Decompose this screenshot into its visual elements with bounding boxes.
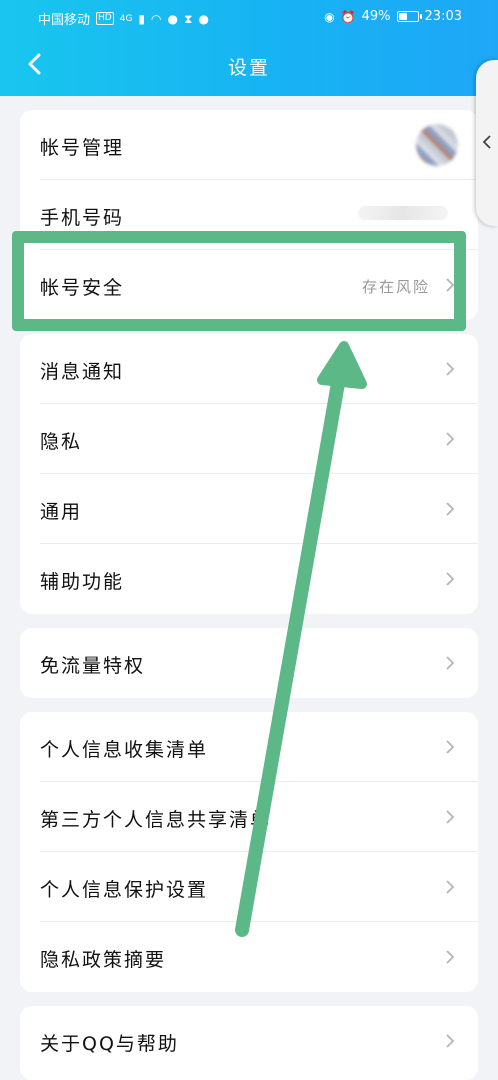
row-info-collection-list[interactable]: 个人信息收集清单 (20, 712, 478, 782)
chevron-right-icon (444, 430, 456, 448)
clock: 23:03 (424, 9, 462, 24)
chevron-right-icon (444, 654, 456, 672)
row-label: 隐私政策摘要 (40, 949, 167, 971)
chevron-right-icon (444, 1032, 456, 1050)
row-label: 消息通知 (40, 361, 125, 383)
row-privacy[interactable]: 隐私 (20, 404, 478, 474)
wechat-icon: ● (167, 11, 178, 26)
row-label: 帐号安全 (40, 277, 125, 299)
row-label: 隐私 (40, 431, 83, 453)
chevron-right-icon (444, 808, 456, 826)
about-group: 关于QQ与帮助 (20, 1006, 478, 1080)
chevron-left-icon (482, 135, 491, 149)
status-bar: 中国移动 HD 4G ▮ ◠ ● ⧗ ● ◉ ⏰ 49% 23:03 (0, 0, 498, 34)
row-third-party-sharing[interactable]: 第三方个人信息共享清单 (20, 782, 478, 852)
avatar (416, 124, 458, 166)
data-free-group: 免流量特权 (20, 628, 478, 698)
chevron-right-icon (444, 276, 456, 294)
status-right: ◉ ⏰ 49% 23:03 (324, 9, 462, 24)
row-label: 通用 (40, 501, 83, 523)
page-title: 设置 (227, 57, 270, 79)
chevron-right-icon (444, 360, 456, 378)
wechat-icon-2: ● (198, 11, 209, 26)
row-about-qq-help[interactable]: 关于QQ与帮助 (20, 1006, 478, 1076)
account-group: 帐号管理 手机号码 帐号安全 存在风险 (20, 110, 478, 320)
row-account-security[interactable]: 帐号安全 存在风险 (20, 250, 478, 320)
battery-fill (398, 13, 407, 20)
row-accessibility[interactable]: 辅助功能 (20, 544, 478, 614)
row-general[interactable]: 通用 (20, 474, 478, 544)
row-label: 帐号管理 (40, 137, 125, 159)
row-label: 免流量特权 (40, 655, 146, 677)
chevron-right-icon (444, 948, 456, 966)
eye-icon: ◉ (324, 9, 335, 24)
signal-icon: ▮ (138, 11, 146, 26)
row-privacy-policy-summary[interactable]: 隐私政策摘要 (20, 922, 478, 992)
row-label: 手机号码 (40, 207, 125, 229)
row-account-management[interactable]: 帐号管理 (20, 110, 478, 180)
masked-phone-value (358, 206, 448, 220)
general-group: 消息通知 隐私 通用 辅助功能 (20, 334, 478, 614)
hourglass-icon: ⧗ (184, 11, 193, 26)
hd-badge: HD (96, 12, 114, 25)
floating-side-tab[interactable] (476, 60, 498, 226)
battery-icon (396, 11, 422, 22)
row-notifications[interactable]: 消息通知 (20, 334, 478, 404)
risk-status: 存在风险 (361, 278, 430, 296)
network-type: 4G (119, 13, 133, 24)
chevron-right-icon (444, 738, 456, 756)
chevron-right-icon (444, 500, 456, 518)
row-data-free-privilege[interactable]: 免流量特权 (20, 628, 478, 698)
status-left: 中国移动 HD 4G ▮ ◠ ● ⧗ ● (38, 9, 209, 29)
row-label: 关于QQ与帮助 (40, 1033, 179, 1055)
row-label: 第三方个人信息共享清单 (40, 809, 272, 831)
personal-info-group: 个人信息收集清单 第三方个人信息共享清单 个人信息保护设置 隐私政策摘要 (20, 712, 478, 992)
row-phone-number[interactable]: 手机号码 (20, 180, 478, 250)
header-bar: 中国移动 HD 4G ▮ ◠ ● ⧗ ● ◉ ⏰ 49% 23:03 设置 (0, 0, 498, 96)
row-label: 个人信息保护设置 (40, 879, 209, 901)
row-label: 辅助功能 (40, 571, 125, 593)
row-label: 个人信息收集清单 (40, 739, 209, 761)
alarm-icon: ⏰ (340, 9, 356, 24)
wifi-icon: ◠ (151, 11, 162, 26)
battery-percent: 49% (361, 9, 391, 24)
carrier-label: 中国移动 (38, 13, 91, 28)
chevron-right-icon (444, 570, 456, 588)
chevron-right-icon (444, 878, 456, 896)
row-info-protection-settings[interactable]: 个人信息保护设置 (20, 852, 478, 922)
